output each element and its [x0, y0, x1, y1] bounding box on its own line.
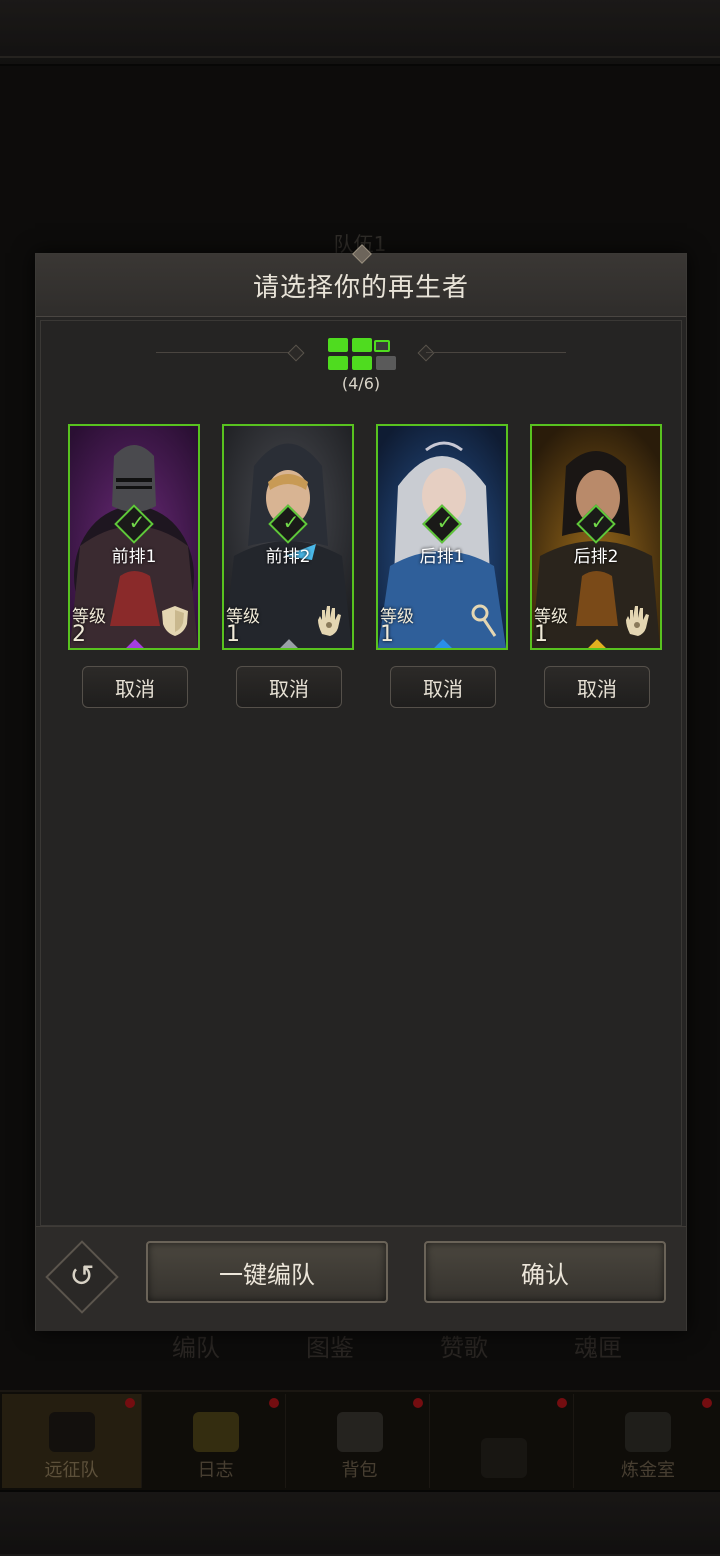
- card-position: 前排2: [265, 547, 311, 567]
- cancel-button-front-2[interactable]: 取消: [236, 666, 342, 708]
- slot-grid-icon: [328, 338, 398, 372]
- level-value: 1: [380, 622, 394, 647]
- select-regenerator-dialog: 请选择你的再生者 (4/6) ✓ 前排1 等级 2 ✓ 前排2 等级 1 ✓ 后…: [35, 244, 687, 1331]
- slot-empty: [376, 356, 396, 370]
- ornament-line-left: [156, 352, 296, 353]
- hero-card-back-1[interactable]: ✓ 后排1 等级 1: [376, 424, 508, 650]
- slot-filled: [352, 338, 372, 352]
- progress-count: (4/6): [341, 374, 381, 393]
- check-icon: ✓: [282, 510, 300, 534]
- hero-card-back-2[interactable]: ✓ 后排2 等级 1: [530, 424, 662, 650]
- hero-card-front-2[interactable]: ✓ 前排2 等级 1: [222, 424, 354, 650]
- hand-icon: [626, 606, 649, 636]
- hero-card-front-1[interactable]: ✓ 前排1 等级 2: [68, 424, 200, 650]
- ornament-line-right: [426, 352, 566, 353]
- cancel-button-front-1[interactable]: 取消: [82, 666, 188, 708]
- level-value: 2: [72, 622, 86, 647]
- card-position: 后排1: [419, 547, 465, 567]
- dialog-title: 请选择你的再生者: [252, 272, 469, 303]
- cancel-button-back-2[interactable]: 取消: [544, 666, 650, 708]
- shield-icon: [162, 606, 188, 636]
- card-position: 前排1: [111, 547, 157, 567]
- dialog-footer: ↺ 一键编队 确认: [36, 1226, 686, 1331]
- dialog-header: 请选择你的再生者: [36, 244, 686, 317]
- slot-filled: [352, 356, 372, 370]
- ornament-diamond-left: [287, 344, 305, 362]
- auto-formation-button[interactable]: 一键编队: [146, 1241, 388, 1303]
- cancel-button-back-1[interactable]: 取消: [390, 666, 496, 708]
- team-progress: (4/6): [36, 336, 686, 396]
- undo-icon: ↺: [69, 1259, 95, 1294]
- hand-icon: [318, 606, 341, 636]
- check-icon: ✓: [436, 510, 454, 534]
- card-position: 后排2: [573, 547, 619, 567]
- check-icon: ✓: [590, 510, 608, 534]
- slot-filled: [328, 338, 348, 352]
- confirm-button[interactable]: 确认: [424, 1241, 666, 1303]
- slot-current: [374, 340, 390, 352]
- check-icon: ✓: [128, 510, 146, 534]
- staff-icon: [471, 604, 497, 637]
- ornament-diamond-right: [417, 344, 435, 362]
- level-value: 1: [534, 622, 548, 647]
- slot-filled: [328, 356, 348, 370]
- level-value: 1: [226, 622, 240, 647]
